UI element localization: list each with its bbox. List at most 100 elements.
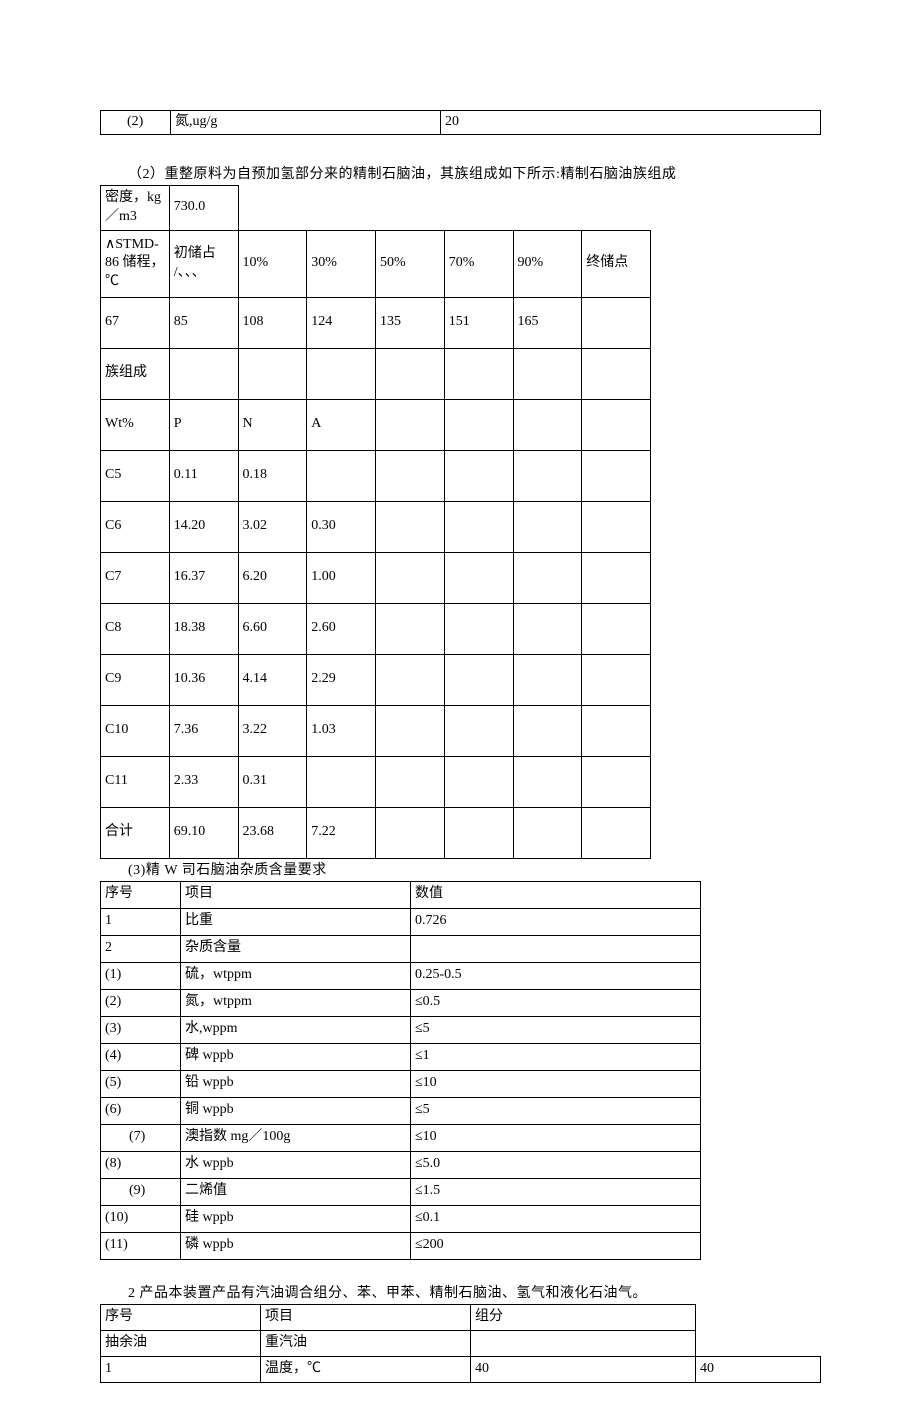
table-row: (1)硫，wtppm0.25-0.5 xyxy=(101,962,701,989)
table-row: (9)二烯值≤1.5 xyxy=(101,1178,701,1205)
cell: (6) xyxy=(101,1097,181,1124)
cell: ≤10 xyxy=(411,1070,701,1097)
cell: (1) xyxy=(101,962,181,989)
table-row: C8 18.38 6.60 2.60 xyxy=(101,603,651,654)
cell: 硫，wtppm xyxy=(181,962,411,989)
cell: 0.31 xyxy=(238,756,307,807)
table-row: ∧STMD-86 储程，℃ 初储占 /、、、 10% 30% 50% 70% 9… xyxy=(101,230,651,297)
cell: ≤5 xyxy=(411,1097,701,1124)
cell xyxy=(444,603,513,654)
table-product: 序号 项目 组分 抽余油 重汽油 1 温度，℃ 40 40 xyxy=(100,1304,821,1383)
cell: Wt% xyxy=(101,399,170,450)
cell xyxy=(444,705,513,756)
cell: C11 xyxy=(101,756,170,807)
table-row: C11 2.33 0.31 xyxy=(101,756,651,807)
cell: 铅 wppb xyxy=(181,1070,411,1097)
cell: 初储占 /、、、 xyxy=(169,230,238,297)
cell: ∧STMD-86 储程，℃ xyxy=(101,230,170,297)
cell: 124 xyxy=(307,297,376,348)
cell: P xyxy=(169,399,238,450)
cell: 3.22 xyxy=(238,705,307,756)
cell: 2 xyxy=(101,935,181,962)
cell: 0.726 xyxy=(411,908,701,935)
cell: 1 xyxy=(101,1356,261,1382)
cell: 澳指数 mg／100g xyxy=(181,1124,411,1151)
cell xyxy=(444,807,513,858)
table-row: (7)澳指数 mg／100g≤10 xyxy=(101,1124,701,1151)
cell: A xyxy=(307,399,376,450)
cell xyxy=(471,1330,696,1356)
cell xyxy=(307,756,376,807)
cell: 1.00 xyxy=(307,552,376,603)
cell: C8 xyxy=(101,603,170,654)
cell: (5) xyxy=(101,1070,181,1097)
cell: 0.25-0.5 xyxy=(411,962,701,989)
table-row: C6 14.20 3.02 0.30 xyxy=(101,501,651,552)
cell xyxy=(376,654,445,705)
cell: 40 xyxy=(696,1356,821,1382)
cell: ≤1 xyxy=(411,1043,701,1070)
cell: 151 xyxy=(444,297,513,348)
table-density-row: 密度，kg／m3 730.0 xyxy=(100,185,239,231)
table-row: C10 7.36 3.22 1.03 xyxy=(101,705,651,756)
cell: 水,wppm xyxy=(181,1016,411,1043)
cell: 1 xyxy=(101,908,181,935)
cell: 18.38 xyxy=(169,603,238,654)
cell: (4) xyxy=(101,1043,181,1070)
cell xyxy=(444,348,513,399)
table-row: (10)硅 wppb≤0.1 xyxy=(101,1205,701,1232)
cell: 6.20 xyxy=(238,552,307,603)
cell xyxy=(582,501,651,552)
cell xyxy=(376,552,445,603)
cell: 30% xyxy=(307,230,376,297)
cell xyxy=(444,654,513,705)
cell xyxy=(513,552,582,603)
cell: 抽余油 xyxy=(101,1330,261,1356)
cell xyxy=(376,348,445,399)
document-page: (2) 氮,ug/g 20 （2）重整原料为自预加氢部分来的精制石脑油，其族组成… xyxy=(0,0,920,1423)
cell: 7.22 xyxy=(307,807,376,858)
table-row: 1 温度，℃ 40 40 xyxy=(101,1356,821,1382)
cell: 165 xyxy=(513,297,582,348)
cell xyxy=(582,297,651,348)
cell: 水 wppb xyxy=(181,1151,411,1178)
cell xyxy=(444,399,513,450)
cell: 730.0 xyxy=(169,185,238,230)
table-row: C7 16.37 6.20 1.00 xyxy=(101,552,651,603)
cell: 108 xyxy=(238,297,307,348)
cell: 铜 wppb xyxy=(181,1097,411,1124)
cell: 10% xyxy=(238,230,307,297)
cell: (3) xyxy=(101,1016,181,1043)
cell: C9 xyxy=(101,654,170,705)
cell: 135 xyxy=(376,297,445,348)
cell xyxy=(513,348,582,399)
cell: (9) xyxy=(101,1178,181,1205)
cell: ≤0.5 xyxy=(411,989,701,1016)
cell: 20 xyxy=(441,111,821,135)
cell: ≤200 xyxy=(411,1232,701,1259)
cell: 氮,ug/g xyxy=(171,111,441,135)
cell xyxy=(582,603,651,654)
table-row: 序号项目数值 xyxy=(101,881,701,908)
cell: 序号 xyxy=(101,881,181,908)
table-row: Wt% P N A xyxy=(101,399,651,450)
cell xyxy=(513,399,582,450)
cell: 氮，wtppm xyxy=(181,989,411,1016)
cell xyxy=(238,348,307,399)
cell xyxy=(444,450,513,501)
cell: 3.02 xyxy=(238,501,307,552)
cell xyxy=(376,399,445,450)
cell: C10 xyxy=(101,705,170,756)
cell: ≤1.5 xyxy=(411,1178,701,1205)
cell xyxy=(376,501,445,552)
cell xyxy=(411,935,701,962)
cell: 2.29 xyxy=(307,654,376,705)
cell: 67 xyxy=(101,297,170,348)
cell: 终储点 xyxy=(582,230,651,297)
table-row: C9 10.36 4.14 2.29 xyxy=(101,654,651,705)
cell xyxy=(582,450,651,501)
table-row: 密度，kg／m3 730.0 xyxy=(101,185,239,230)
table-row: C5 0.11 0.18 xyxy=(101,450,651,501)
cell: ≤5.0 xyxy=(411,1151,701,1178)
cell: 磷 wppb xyxy=(181,1232,411,1259)
